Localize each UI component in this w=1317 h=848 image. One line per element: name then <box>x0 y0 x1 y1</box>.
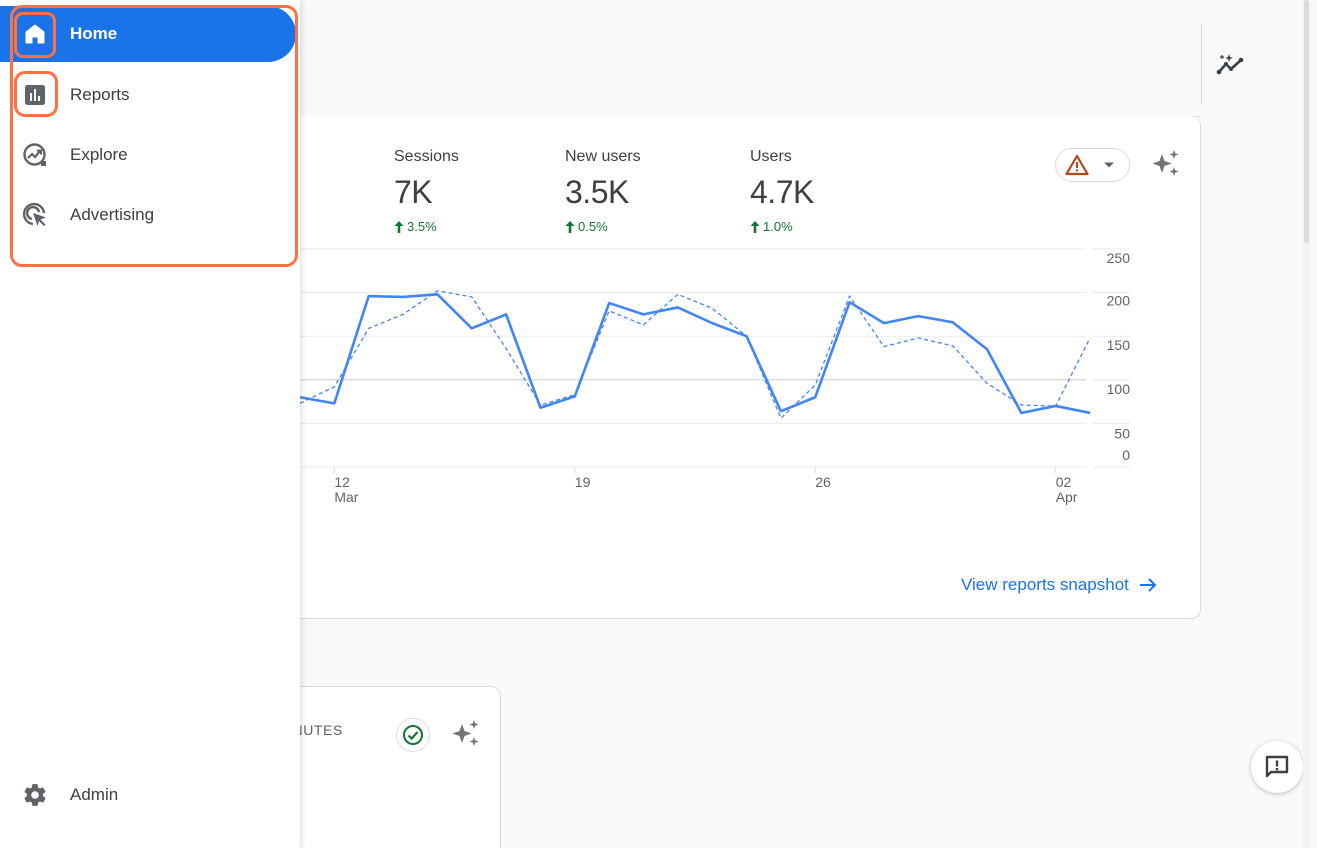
send-feedback-button[interactable] <box>1251 741 1303 793</box>
view-reports-snapshot-label: View reports snapshot <box>961 575 1129 594</box>
nav-item-admin[interactable]: Admin <box>0 767 296 823</box>
x-tick-sublabel: Apr <box>1056 489 1078 505</box>
insights-sparkline-icon <box>1216 54 1244 75</box>
feedback-icon <box>1265 755 1289 778</box>
y-tick-label: 200 <box>1107 293 1131 309</box>
x-tick-label: 19 <box>575 474 591 490</box>
ai-insights-button[interactable] <box>1150 146 1182 180</box>
metric-value: 3.5K <box>565 174 629 210</box>
metric-label: Sessions <box>394 148 459 165</box>
sparkle-icon <box>1152 150 1179 176</box>
metric-change: 3.5% <box>394 219 459 234</box>
metric-new-users[interactable]: New users 3.5K 0.5% <box>565 148 641 234</box>
nav-label: Explore <box>70 145 128 164</box>
y-tick-label: 100 <box>1107 381 1131 397</box>
warning-icon <box>1065 154 1089 176</box>
nav-item-advertising[interactable]: Advertising <box>0 187 296 243</box>
metric-change-value: 3.5% <box>407 219 437 234</box>
advertising-cursor-icon <box>22 202 48 228</box>
data-quality-alert-dropdown[interactable] <box>1055 148 1130 182</box>
metric-change: 1.0% <box>750 219 814 234</box>
y-tick-label: 50 <box>1114 425 1130 441</box>
home-icon <box>22 21 48 47</box>
metric-change: 0.5% <box>565 219 641 234</box>
nav-item-explore[interactable]: Explore <box>0 127 296 183</box>
view-reports-snapshot-link[interactable]: View reports snapshot <box>961 575 1157 595</box>
realtime-ai-insights-button[interactable] <box>450 716 482 750</box>
y-tick-label: 0 <box>1122 447 1130 463</box>
toolbar-divider <box>1201 24 1202 104</box>
nav-label: Advertising <box>70 205 155 224</box>
metric-value: 7K <box>394 174 433 210</box>
metric-change-value: 0.5% <box>578 219 608 234</box>
gear-icon <box>22 782 48 808</box>
page-scrollbar[interactable] <box>1303 0 1310 848</box>
nav-label: Home <box>70 24 118 43</box>
metric-sessions[interactable]: Sessions 7K 3.5% <box>394 148 459 234</box>
explore-trend-icon <box>22 142 48 168</box>
x-tick-label: 02 <box>1056 474 1072 490</box>
realtime-status-button[interactable] <box>396 718 430 752</box>
nav-item-home[interactable]: Home <box>0 6 296 62</box>
check-circle-icon <box>403 725 423 745</box>
x-tick-sublabel: Mar <box>334 489 358 505</box>
current-period-line <box>299 293 1091 415</box>
reports-bar-chart-icon <box>22 82 48 108</box>
y-tick-label: 250 <box>1107 250 1131 266</box>
insights-button[interactable] <box>1212 48 1248 80</box>
nav-item-reports[interactable]: Reports <box>0 67 296 123</box>
arrow-up-icon <box>565 220 575 233</box>
x-tick-label: 12 <box>334 474 350 490</box>
arrow-right-icon <box>1139 578 1157 592</box>
nav-label: Reports <box>70 85 130 104</box>
arrow-up-icon <box>750 220 760 233</box>
previous-period-line <box>299 290 1091 419</box>
sparkle-icon <box>452 720 479 746</box>
navigation-drawer: Home Reports Explore Advertising Admin <box>0 0 300 848</box>
x-tick-label: 26 <box>815 474 831 490</box>
metric-label: New users <box>565 148 641 165</box>
chevron-down-icon <box>1104 162 1114 168</box>
nav-label: Admin <box>70 785 119 804</box>
arrow-up-icon <box>394 220 404 233</box>
overview-line-chart: 0 50 100 150 200 250 12Mar 19 26 02Apr <box>240 248 1131 505</box>
metric-label: Users <box>750 148 792 165</box>
metric-value: 4.7K <box>750 174 814 210</box>
metric-users[interactable]: Users 4.7K 1.0% <box>750 148 814 234</box>
scrollbar-thumb[interactable] <box>1304 0 1309 243</box>
y-tick-label: 150 <box>1107 337 1131 353</box>
metric-change-value: 1.0% <box>763 219 793 234</box>
